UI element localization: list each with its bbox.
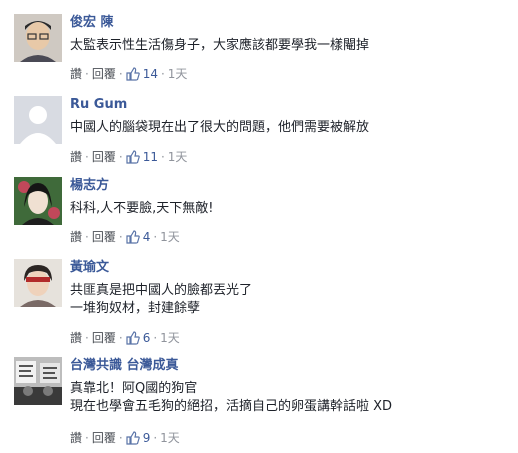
reply-link[interactable]: 回覆 <box>92 66 116 82</box>
comment-line: 現在也學會五毛狗的絕招，活摘自己的卵蛋講幹話啦 XD <box>70 399 393 414</box>
like-link[interactable]: 讚 <box>70 229 82 245</box>
reply-link[interactable]: 回覆 <box>92 430 116 446</box>
comment-text: 真靠北！阿Q國的狗官 現在也學會五毛狗的絕招，活摘自己的卵蛋講幹話啦 XD <box>70 380 392 416</box>
separator: · <box>153 230 158 244</box>
avatar[interactable] <box>14 259 62 307</box>
comment: Ru Gum 中國人的腦袋現在出了很大的問題，他們需要被解放 讚 · 回覆 · … <box>0 96 518 166</box>
comment-line: 中國人的腦袋現在出了很大的問題，他們需要被解放 <box>70 120 370 135</box>
commenter-name[interactable]: 俊宏 陳 <box>70 14 114 31</box>
like-count[interactable]: 6 <box>143 330 151 346</box>
reply-link[interactable]: 回覆 <box>92 330 116 346</box>
comment-line: 共匪真是把中國人的臉都丟光了 <box>70 283 253 298</box>
separator: · <box>85 67 89 81</box>
like-count[interactable]: 9 <box>143 430 151 446</box>
like-link[interactable]: 讚 <box>70 330 82 346</box>
comment: 黃瑜文 共匪真是把中國人的臉都丟光了 一堆狗奴材，封建餘孽 讚 · 回覆 · 6… <box>0 259 518 347</box>
avatar[interactable] <box>14 177 62 225</box>
comment-line: 一堆狗奴材，封建餘孽 <box>70 301 201 316</box>
comment-line: 科科,人不要臉,天下無敵! <box>70 201 214 216</box>
avatar[interactable] <box>14 357 62 405</box>
comment-actions: 讚 · 回覆 · 9 · 1天 <box>70 430 180 446</box>
comment-actions: 讚 · 回覆 · 11 · 1天 <box>70 149 187 165</box>
separator: · <box>85 230 89 244</box>
comment-line: 太監表示性生活傷身子，大家應該都要學我一樣閹掉 <box>70 38 370 53</box>
thumbs-up-icon[interactable] <box>126 331 140 345</box>
separator: · <box>85 150 89 164</box>
comment-text: 共匪真是把中國人的臉都丟光了 一堆狗奴材，封建餘孽 <box>70 282 252 318</box>
comment-text: 科科,人不要臉,天下無敵! <box>70 200 213 218</box>
comment-text: 中國人的腦袋現在出了很大的問題，他們需要被解放 <box>70 119 369 137</box>
like-count[interactable]: 4 <box>143 229 151 245</box>
like-count[interactable]: 14 <box>143 66 158 82</box>
separator: · <box>153 331 158 345</box>
reply-link[interactable]: 回覆 <box>92 149 116 165</box>
separator: · <box>153 431 158 445</box>
separator: · <box>160 150 165 164</box>
timestamp[interactable]: 1天 <box>160 229 180 245</box>
commenter-name[interactable]: 楊志方 <box>70 177 109 194</box>
comment: 楊志方 科科,人不要臉,天下無敵! 讚 · 回覆 · 4 · 1天 <box>0 177 518 247</box>
separator: · <box>85 431 89 445</box>
timestamp[interactable]: 1天 <box>160 330 180 346</box>
comment-actions: 讚 · 回覆 · 14 · 1天 <box>70 66 187 82</box>
commenter-name[interactable]: Ru Gum <box>70 96 127 113</box>
comment: 台灣共識 台灣成真 真靠北！阿Q國的狗官 現在也學會五毛狗的絕招，活摘自己的卵蛋… <box>0 357 518 447</box>
thumbs-up-icon[interactable] <box>126 150 140 164</box>
thumbs-up-icon[interactable] <box>126 431 140 445</box>
separator: · <box>118 431 123 445</box>
comment-actions: 讚 · 回覆 · 6 · 1天 <box>70 330 180 346</box>
avatar[interactable] <box>14 96 62 144</box>
timestamp[interactable]: 1天 <box>160 430 180 446</box>
comment: 俊宏 陳 太監表示性生活傷身子，大家應該都要學我一樣閹掉 讚 · 回覆 · 14… <box>0 14 518 84</box>
reply-link[interactable]: 回覆 <box>92 229 116 245</box>
separator: · <box>160 67 165 81</box>
avatar[interactable] <box>14 14 62 62</box>
separator: · <box>85 331 89 345</box>
separator: · <box>118 230 123 244</box>
separator: · <box>118 67 123 81</box>
like-link[interactable]: 讚 <box>70 149 82 165</box>
separator: · <box>118 150 123 164</box>
thumbs-up-icon[interactable] <box>126 230 140 244</box>
timestamp[interactable]: 1天 <box>168 66 188 82</box>
comment-actions: 讚 · 回覆 · 4 · 1天 <box>70 229 180 245</box>
like-link[interactable]: 讚 <box>70 66 82 82</box>
comment-line: 真靠北！阿Q國的狗官 <box>70 381 198 396</box>
comment-text: 太監表示性生活傷身子，大家應該都要學我一樣閹掉 <box>70 37 369 55</box>
timestamp[interactable]: 1天 <box>168 149 188 165</box>
like-count[interactable]: 11 <box>143 149 158 165</box>
commenter-name[interactable]: 台灣共識 台灣成真 <box>70 357 179 374</box>
commenter-name[interactable]: 黃瑜文 <box>70 259 109 276</box>
like-link[interactable]: 讚 <box>70 430 82 446</box>
thumbs-up-icon[interactable] <box>126 67 140 81</box>
separator: · <box>118 331 123 345</box>
